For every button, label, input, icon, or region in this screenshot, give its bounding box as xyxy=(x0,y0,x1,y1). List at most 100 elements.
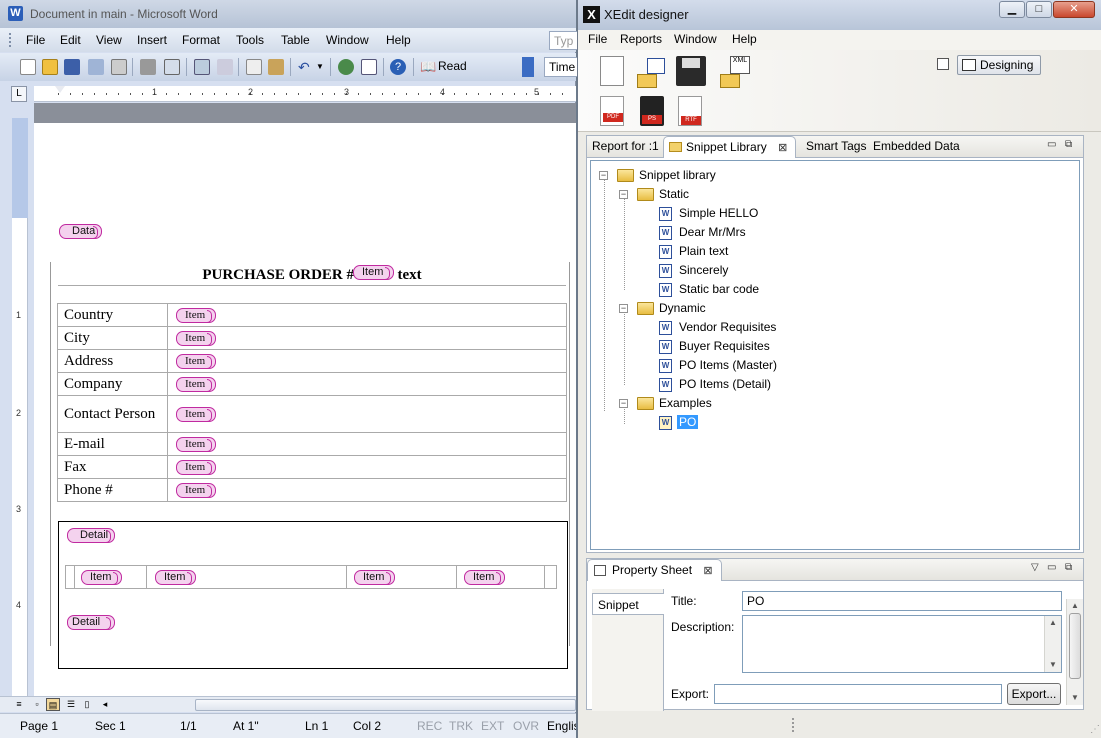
scroll-left-icon[interactable]: ◂ xyxy=(98,698,112,711)
property-sheet-scrollbar[interactable]: ▲ ▼ xyxy=(1066,599,1083,705)
detail-end-tag[interactable]: Detail xyxy=(67,615,116,630)
item-smart-tag[interactable]: Item xyxy=(176,354,217,369)
item-smart-tag[interactable]: Item xyxy=(176,308,217,323)
maximize-view-icon[interactable]: ⧉ xyxy=(1065,562,1072,573)
word-menu-window[interactable]: Window xyxy=(326,33,369,47)
detail-item-tag[interactable]: Item xyxy=(464,570,506,585)
web-layout-icon[interactable]: ▫ xyxy=(30,698,44,711)
detail-item-tag[interactable]: Item xyxy=(354,570,396,585)
export-xml-icon[interactable]: XML xyxy=(718,56,750,88)
undo-icon[interactable]: ↶ xyxy=(298,59,314,75)
xedit-menu-reports[interactable]: Reports xyxy=(620,32,662,46)
item-smart-tag[interactable]: Item xyxy=(176,407,217,422)
hyperlink-icon[interactable] xyxy=(338,59,354,75)
open-report-icon[interactable] xyxy=(635,58,667,90)
word-menu-format[interactable]: Format xyxy=(182,33,220,47)
research-icon[interactable] xyxy=(217,59,233,75)
item-smart-tag[interactable]: Item xyxy=(176,460,217,475)
read-button-label[interactable]: Read xyxy=(438,59,467,73)
detail-start-tag[interactable]: Detail xyxy=(67,528,116,543)
word-menu-file[interactable]: File xyxy=(26,33,45,47)
spelling-icon[interactable] xyxy=(194,59,210,75)
maximize-view-icon[interactable]: ⧉ xyxy=(1065,139,1072,150)
vertical-ruler[interactable]: 1 2 3 4 xyxy=(12,118,28,698)
minimize-button[interactable]: ▁ xyxy=(999,1,1025,18)
view-menu-icon[interactable]: ▽ xyxy=(1031,562,1039,573)
save-report-icon[interactable] xyxy=(676,56,706,86)
help-icon[interactable]: ? xyxy=(390,59,406,75)
data-smart-tag[interactable]: Data xyxy=(59,224,103,239)
word-menu-edit[interactable]: Edit xyxy=(60,33,81,47)
item-smart-tag[interactable]: Item xyxy=(176,331,217,346)
save-icon[interactable] xyxy=(64,59,80,75)
export-button[interactable]: Export... xyxy=(1007,683,1061,705)
close-tab-icon[interactable]: ⊠ xyxy=(703,565,712,577)
new-report-icon[interactable] xyxy=(600,56,624,86)
word-menu-insert[interactable]: Insert xyxy=(137,33,167,47)
menubar-grip-icon[interactable] xyxy=(9,33,13,47)
word-menu-view[interactable]: View xyxy=(96,33,122,47)
scroll-up-icon[interactable]: ▲ xyxy=(1049,618,1057,627)
xedit-titlebar[interactable]: X XEdit designer ▁ □ ✕ xyxy=(578,0,1101,30)
collapse-icon[interactable]: − xyxy=(619,399,628,408)
scrollbar-thumb[interactable] xyxy=(1069,613,1081,679)
tab-report-for[interactable]: Report for :1 xyxy=(592,139,659,153)
permission-icon[interactable] xyxy=(88,59,104,75)
print-preview-icon[interactable] xyxy=(164,59,180,75)
tab-property-sheet[interactable]: Property Sheet ⊠ xyxy=(587,559,722,581)
font-name-box[interactable]: Time xyxy=(544,57,580,77)
xedit-menu-file[interactable]: File xyxy=(588,32,607,46)
resize-grip-icon[interactable]: ⋰ xyxy=(1090,724,1100,735)
item-smart-tag[interactable]: Item xyxy=(176,377,217,392)
side-tab-snippet[interactable]: Snippet xyxy=(592,593,664,615)
po-number-item-tag[interactable]: Item xyxy=(353,265,395,280)
scroll-down-icon[interactable]: ▼ xyxy=(1049,660,1057,669)
status-rec[interactable]: REC xyxy=(417,719,442,733)
scroll-down-icon[interactable]: ▼ xyxy=(1071,693,1079,702)
minimize-view-icon[interactable]: ▭ xyxy=(1047,562,1056,573)
export-field[interactable] xyxy=(714,684,1002,704)
item-smart-tag[interactable]: Item xyxy=(176,437,217,452)
paste-icon[interactable] xyxy=(268,59,284,75)
status-ext[interactable]: EXT xyxy=(481,719,504,733)
print-layout-icon[interactable]: ▤ xyxy=(46,698,60,711)
scroll-up-icon[interactable]: ▲ xyxy=(1071,601,1079,610)
horizontal-ruler[interactable]: L 1 2 3 4 5 xyxy=(11,86,576,102)
title-field[interactable]: PO xyxy=(742,591,1062,611)
word-menu-table[interactable]: Table xyxy=(281,33,310,47)
export-ps-icon[interactable]: PS xyxy=(640,96,664,126)
detail-item-tag[interactable]: Item xyxy=(155,570,197,585)
description-scrollbar[interactable]: ▲ ▼ xyxy=(1044,616,1061,672)
tab-selector[interactable]: L xyxy=(11,86,27,102)
export-rtf-icon[interactable]: RTF xyxy=(678,96,702,126)
toolbar-options-chevron-icon[interactable] xyxy=(522,57,534,77)
xedit-menu-window[interactable]: Window xyxy=(674,32,717,46)
export-pdf-icon[interactable]: PDF xyxy=(600,96,624,126)
close-tab-icon[interactable]: ⊠ xyxy=(778,142,787,154)
maximize-button[interactable]: □ xyxy=(1026,1,1052,18)
xedit-menu-help[interactable]: Help xyxy=(732,32,757,46)
minimize-view-icon[interactable]: ▭ xyxy=(1047,139,1056,150)
type-question-box[interactable]: Typ xyxy=(549,31,579,50)
word-horizontal-scrollbar[interactable]: ≡ ▫ ▤ ☰ ▯ ◂ xyxy=(0,696,576,712)
open-folder-icon[interactable] xyxy=(42,59,58,75)
designing-perspective-button[interactable]: Designing xyxy=(957,55,1041,75)
detail-item-tag[interactable]: Item xyxy=(81,570,123,585)
tab-snippet-library[interactable]: Snippet Library ⊠ xyxy=(663,136,797,158)
open-perspective-icon[interactable] xyxy=(937,58,949,70)
description-field[interactable] xyxy=(742,615,1062,673)
outline-view-icon[interactable]: ☰ xyxy=(64,698,78,711)
normal-view-icon[interactable]: ≡ xyxy=(12,698,26,711)
copy-icon[interactable] xyxy=(246,59,262,75)
item-smart-tag[interactable]: Item xyxy=(176,483,217,498)
email-icon[interactable] xyxy=(111,59,127,75)
reading-layout-icon[interactable]: ▯ xyxy=(80,698,94,711)
collapse-icon[interactable]: − xyxy=(619,304,628,313)
collapse-icon[interactable]: − xyxy=(599,171,608,180)
new-document-icon[interactable] xyxy=(20,59,36,75)
collapse-icon[interactable]: − xyxy=(619,190,628,199)
close-button[interactable]: ✕ xyxy=(1053,1,1095,18)
insert-table-icon[interactable] xyxy=(361,59,377,75)
scrollbar-thumb[interactable] xyxy=(195,699,576,711)
status-ovr[interactable]: OVR xyxy=(513,719,539,733)
